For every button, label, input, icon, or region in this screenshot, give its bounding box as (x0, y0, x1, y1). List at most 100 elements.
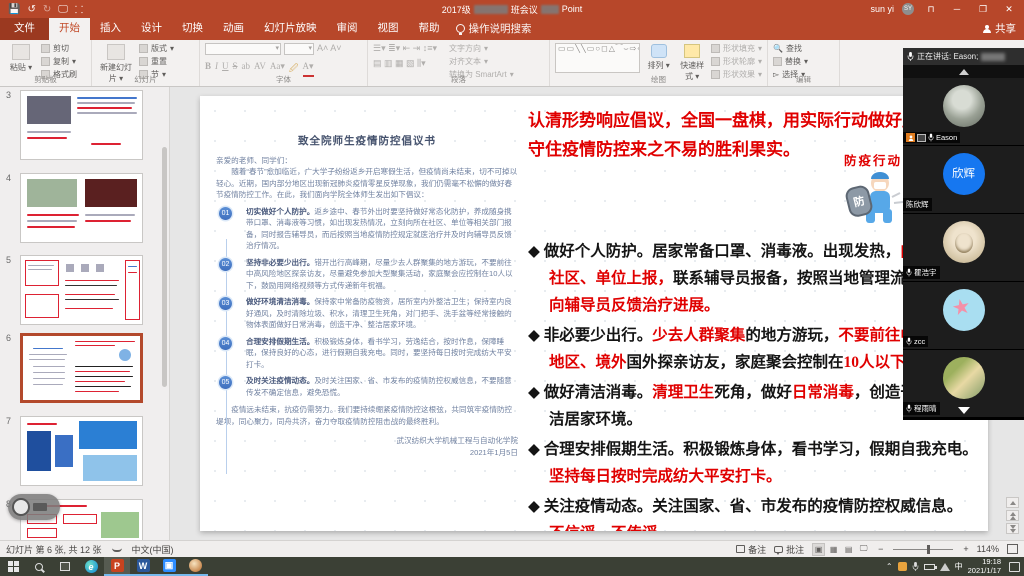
slide-sorter-view-button[interactable]: ▦ (827, 543, 840, 556)
taskbar-clock[interactable]: 19:18 2021/1/17 (968, 558, 1001, 575)
tab-design[interactable]: 设计 (131, 16, 172, 40)
group-label-paragraph: 段落 (368, 74, 549, 85)
tab-transitions[interactable]: 切换 (172, 16, 213, 40)
tab-home[interactable]: 开始 (49, 16, 90, 40)
participant-name: Eason (936, 133, 957, 142)
reset-button[interactable]: 重置 (139, 56, 174, 67)
list-indent-buttons[interactable]: ☰▾ ≣▾ ⇤ ⇥ ↕≡▾ (373, 43, 437, 54)
tab-animations[interactable]: 动画 (213, 16, 254, 40)
save-icon[interactable]: 💾 (8, 4, 20, 15)
task-view-button[interactable] (52, 557, 78, 576)
account-avatar[interactable]: SY (902, 3, 914, 15)
tray-mic-icon[interactable] (912, 561, 919, 572)
mic-icon (906, 268, 912, 277)
comments-button[interactable]: 批注 (774, 543, 804, 556)
participant-tile[interactable]: Eason (903, 78, 1024, 145)
shape-outline-button[interactable]: 形状轮廓 ▾ (711, 56, 762, 67)
fit-to-window-icon[interactable] (1007, 544, 1018, 554)
slide-thumbnail-4[interactable]: 4 (20, 173, 143, 243)
close-button[interactable]: ✕ (1000, 4, 1018, 15)
taskbar-meeting-app[interactable]: ▣ (156, 557, 182, 576)
slide-thumbnail-3[interactable]: 3 (20, 90, 143, 160)
group-label-font: 字体 (200, 74, 367, 85)
notification-center-icon[interactable] (1009, 562, 1020, 572)
participant-tile[interactable]: 程雨晴 (903, 350, 1024, 417)
taskbar-app[interactable] (182, 557, 208, 576)
taskbar-edge[interactable]: e (78, 557, 104, 576)
tab-view[interactable]: 视图 (368, 16, 409, 40)
zoom-in-button[interactable]: + (963, 544, 968, 554)
taskbar-powerpoint[interactable]: P (104, 557, 130, 576)
slide-thumbnail-6-selected[interactable]: 6 (20, 333, 143, 403)
layout-button[interactable]: 版式 ▾ (139, 43, 174, 54)
ribbon-display-options-icon[interactable]: ⊓ (922, 4, 940, 15)
slideshow-view-button[interactable]: 🖵 (857, 543, 870, 556)
network-icon[interactable] (940, 563, 950, 571)
find-button[interactable]: 🔍查找 (773, 43, 808, 54)
tab-file[interactable]: 文件 (0, 16, 49, 40)
participant-tile[interactable]: 瞿浩宇 (903, 214, 1024, 281)
tray-app-icon[interactable] (898, 562, 907, 571)
account-name[interactable]: sun yi (870, 4, 894, 14)
align-text-button[interactable]: 对齐文本 ▾ (449, 56, 514, 67)
zoom-slider[interactable] (893, 549, 953, 550)
zoom-slider-thumb[interactable] (927, 545, 930, 554)
reading-view-button[interactable]: ▤ (842, 543, 855, 556)
text-direction-button[interactable]: 文字方向 ▾ (449, 43, 514, 54)
align-buttons[interactable]: ▤ ▥ ▦ ▧ ⫼▾ (373, 58, 437, 69)
minimize-button[interactable]: ─ (948, 4, 966, 14)
scroll-up-button[interactable] (1006, 497, 1019, 508)
tab-slideshow[interactable]: 幻灯片放映 (254, 16, 327, 40)
undo-icon[interactable]: ↺ (27, 4, 35, 15)
slide-canvas[interactable]: 致全院师生疫情防控倡议书 亲爱的老师、同学们： 随着“春节”愈加临近，广大学子纷… (200, 96, 988, 531)
meeting-float-button[interactable] (8, 494, 60, 520)
shape-gallery[interactable]: ▭▭╲╲▭○◻△⁀⌣⇨⇦◇○⬠☆ (555, 43, 640, 73)
zoom-percentage[interactable]: 114% (977, 544, 999, 554)
slide-thumbnail-5[interactable]: 5 (20, 255, 143, 325)
share-button[interactable]: 共享 (983, 21, 1016, 36)
customize-qat-icon[interactable]: ⸬ (75, 2, 83, 16)
letter-signature: 武汉纺织大学机械工程与自动化学院 (216, 435, 518, 447)
copy-button[interactable]: 复制 ▾ (41, 56, 77, 67)
previous-slide-button[interactable] (1006, 510, 1019, 521)
slide-number: 3 (6, 90, 11, 100)
item-number-badge: 02 (219, 258, 232, 271)
slide-counter[interactable]: 幻灯片 第 6 张, 共 12 张 (6, 543, 102, 556)
grow-shrink-font-icons[interactable]: A˄ A˅ (317, 43, 342, 55)
search-button[interactable] (26, 557, 52, 576)
normal-view-button[interactable]: ▣ (812, 543, 825, 556)
slide-thumbnail-7[interactable]: 7 (20, 416, 143, 486)
letter-textbox[interactable]: 致全院师生疫情防控倡议书 亲爱的老师、同学们： 随着“春节”愈加临近，广大学子纷… (216, 136, 518, 458)
slideshow-icon[interactable]: 🖵 (58, 4, 68, 15)
maximize-button[interactable]: ❐ (974, 4, 992, 15)
paste-button[interactable]: 粘贴 ▾ (5, 43, 37, 73)
accessibility-icon[interactable] (112, 546, 122, 552)
presenter-icon (906, 133, 915, 142)
next-slide-button[interactable] (1006, 523, 1019, 534)
mic-icon (906, 337, 912, 346)
font-name-combobox[interactable] (205, 43, 281, 55)
tab-help[interactable]: 帮助 (409, 16, 450, 40)
language-indicator[interactable]: 中文(中国) (132, 543, 174, 556)
arrange-button[interactable]: 排列 ▾ (644, 43, 674, 71)
zoom-out-button[interactable]: − (878, 544, 883, 554)
participant-tile[interactable]: 欣辉 陈欣辉 (903, 146, 1024, 213)
tray-expand-icon[interactable]: ⌃ (886, 562, 893, 571)
tab-insert[interactable]: 插入 (90, 16, 131, 40)
replace-button[interactable]: 替换 ▾ (773, 56, 808, 67)
redo-icon[interactable]: ↻ (43, 4, 51, 15)
thumbnail-scrollbar[interactable] (162, 147, 167, 387)
item-heading: 做好环境清洁消毒。 (246, 297, 314, 306)
ime-indicator[interactable]: 中 (955, 561, 963, 572)
notes-button[interactable]: 备注 (736, 543, 766, 556)
font-size-combobox[interactable] (284, 43, 314, 55)
participant-tile[interactable]: zcc (903, 282, 1024, 349)
tell-me-search[interactable]: 操作说明搜索 (456, 21, 532, 40)
tab-review[interactable]: 审阅 (327, 16, 368, 40)
start-button[interactable] (0, 557, 26, 576)
shape-fill-button[interactable]: 形状填充 ▾ (711, 43, 762, 54)
cut-button[interactable]: 剪切 (41, 43, 77, 54)
battery-icon[interactable] (924, 564, 935, 570)
collapse-panel-button[interactable] (903, 65, 1024, 78)
taskbar-word[interactable]: W (130, 557, 156, 576)
